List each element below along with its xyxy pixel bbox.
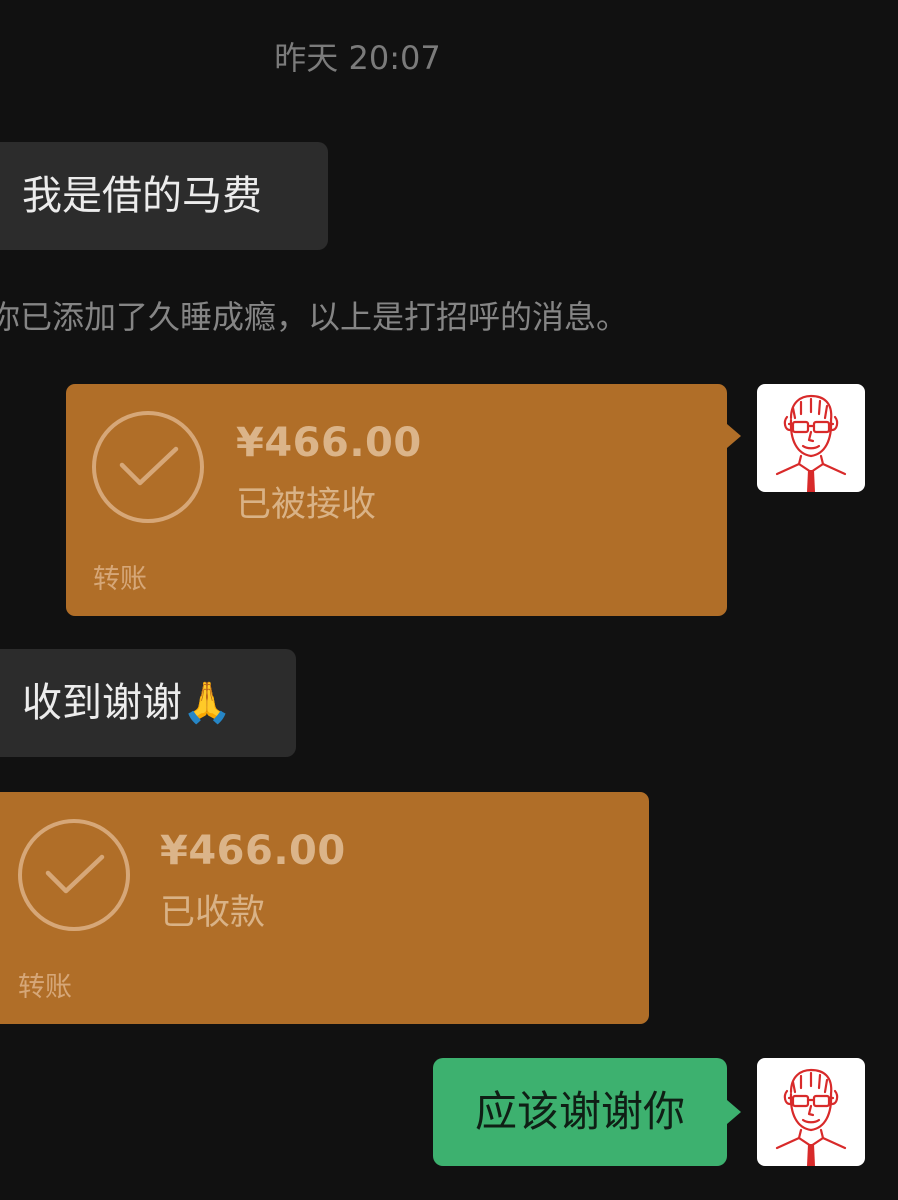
message-text: 收到谢谢🙏	[22, 680, 232, 726]
system-notice-text: 你已添加了久睡成瘾，以上是打招呼的消息。	[0, 298, 629, 336]
transfer-status: 已收款	[160, 893, 266, 933]
check-circle-icon	[92, 411, 204, 523]
transfer-card-outgoing[interactable]: ¥466.00 已被接收 转账	[66, 384, 727, 616]
cartoon-man-avatar-icon	[775, 394, 847, 492]
transfer-amount: ¥466.00	[236, 420, 422, 466]
system-notice: 你已添加了久睡成瘾，以上是打招呼的消息。	[0, 292, 760, 338]
transfer-card-incoming[interactable]: ¥466.00 已收款 转账	[0, 792, 649, 1024]
avatar[interactable]	[757, 1058, 865, 1166]
transfer-amount: ¥466.00	[160, 828, 346, 874]
transfer-kind-label: 转账	[93, 564, 147, 595]
message-text: 应该谢谢你	[474, 1087, 685, 1136]
avatar[interactable]	[757, 384, 865, 492]
bubble-tail	[727, 1100, 741, 1124]
message-text: 我是借的马费	[22, 173, 262, 219]
bubble-tail	[727, 424, 741, 448]
check-circle-icon	[18, 819, 130, 931]
outgoing-message-bubble[interactable]: 应该谢谢你	[433, 1058, 727, 1166]
transfer-status: 已被接收	[236, 485, 377, 525]
cartoon-man-avatar-icon	[775, 1068, 847, 1166]
transfer-kind-label: 转账	[18, 972, 72, 1003]
chat-timestamp: 昨天 20:07	[274, 39, 441, 77]
incoming-message-bubble[interactable]: 我是借的马费	[0, 142, 328, 250]
incoming-message-bubble[interactable]: 收到谢谢🙏	[0, 649, 296, 757]
